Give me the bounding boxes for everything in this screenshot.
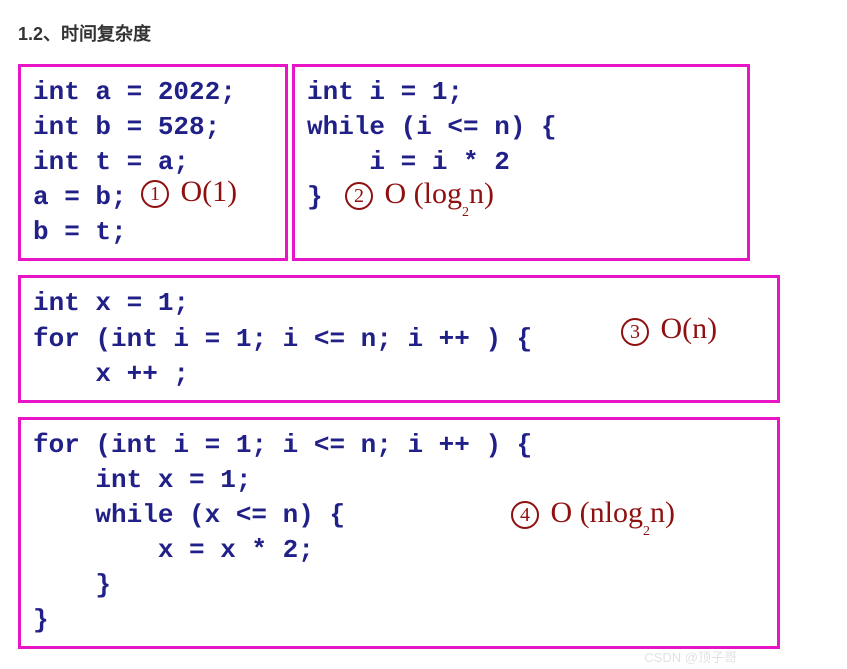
annotation-text-prefix: O (log [385,177,463,210]
code-line: b = t; [33,215,273,250]
watermark: CSDN @顶子哥 [644,647,737,666]
code-line: int a = 2022; [33,75,273,110]
annotation-text-prefix: O (nlog [551,496,644,529]
annotation-text-suffix: n) [469,177,494,210]
code-line: } [33,568,765,603]
code-line: x = x * 2; [33,533,765,568]
code-box-4: for (int i = 1; i <= n; i ++ ) { int x =… [18,417,780,650]
circle-icon: 1 [141,180,169,208]
annotation-subscript: 2 [462,205,469,220]
code-line: int x = 1; [33,463,765,498]
document-root: 1.2、时间复杂度 int a = 2022; int b = 528; int… [18,20,829,649]
annotation-4: 4 O (nlog2n) [511,498,675,533]
code-line: for (int i = 1; i <= n; i ++ ) { [33,428,765,463]
annotation-1: 1 O(1) [141,177,237,208]
code-line: } [33,603,765,638]
code-line: i = i * 2 [307,145,735,180]
code-line: int i = 1; [307,75,735,110]
code-box-3: int x = 1; for (int i = 1; i <= n; i ++ … [18,275,780,402]
annotation-subscript: 2 [643,524,650,539]
circle-icon: 3 [621,318,649,346]
section-heading: 1.2、时间复杂度 [18,20,829,46]
row-1: int a = 2022; int b = 528; int t = a; a … [18,64,829,261]
code-box-1: int a = 2022; int b = 528; int t = a; a … [18,64,288,261]
annotation-text-suffix: n) [650,496,675,529]
annotation-text: O(n) [661,312,718,345]
circle-icon: 2 [345,182,373,210]
annotation-2: 2 O (log2n) [345,179,494,214]
circle-icon: 4 [511,501,539,529]
annotation-3: 3 O(n) [621,314,717,345]
code-line: x ++ ; [33,357,765,392]
code-line: while (i <= n) { [307,110,735,145]
code-line: int b = 528; [33,110,273,145]
code-box-2: int i = 1; while (i <= n) { i = i * 2 } … [292,64,750,261]
annotation-text: O(1) [181,175,238,208]
